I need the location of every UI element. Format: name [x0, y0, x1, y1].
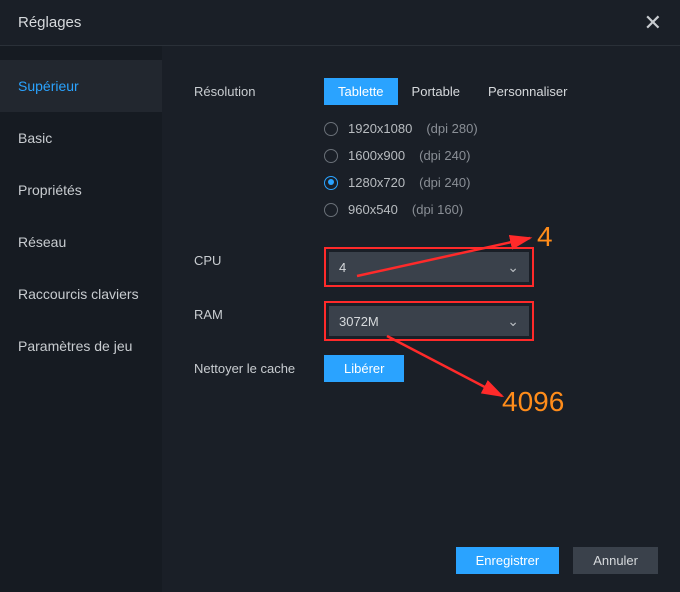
radio-size: 1920x1080 [348, 121, 412, 136]
cpu-dropdown[interactable]: 4 ⌄ [329, 252, 529, 282]
save-button[interactable]: Enregistrer [456, 547, 560, 574]
radio-size: 960x540 [348, 202, 398, 217]
cpu-value: 4 [339, 260, 346, 275]
radio-icon [324, 176, 338, 190]
liberer-button[interactable]: Libérer [324, 355, 404, 382]
sidebar-item-superieur[interactable]: Supérieur [0, 60, 162, 112]
close-icon[interactable]: ✕ [644, 10, 662, 36]
cpu-field: 4 ⌄ [324, 247, 680, 287]
chevron-down-icon: ⌄ [507, 313, 519, 330]
sidebar-item-reseau[interactable]: Réseau [0, 216, 162, 268]
radio-dpi: (dpi 160) [412, 202, 463, 217]
resolution-label: Résolution [194, 78, 324, 99]
radio-1600x900[interactable]: 1600x900 (dpi 240) [324, 142, 680, 169]
radio-icon [324, 122, 338, 136]
radio-1920x1080[interactable]: 1920x1080 (dpi 280) [324, 115, 680, 142]
cpu-highlight: 4 ⌄ [324, 247, 534, 287]
radio-dpi: (dpi 240) [419, 175, 470, 190]
cancel-button[interactable]: Annuler [573, 547, 658, 574]
content: Résolution Tablette Portable Personnalis… [162, 46, 680, 592]
resolution-radios: 1920x1080 (dpi 280) 1600x900 (dpi 240) 1… [324, 115, 680, 223]
row-cache: Nettoyer le cache Libérer [194, 355, 680, 382]
annotation-ram-target: 4096 [502, 386, 564, 418]
cache-field: Libérer [324, 355, 680, 382]
ram-label: RAM [194, 301, 324, 322]
ram-highlight: 3072M ⌄ [324, 301, 534, 341]
radio-icon [324, 149, 338, 163]
radio-size: 1600x900 [348, 148, 405, 163]
sidebar-item-basic[interactable]: Basic [0, 112, 162, 164]
row-ram: RAM 3072M ⌄ [194, 301, 680, 341]
radio-size: 1280x720 [348, 175, 405, 190]
radio-dpi: (dpi 280) [426, 121, 477, 136]
radio-1280x720[interactable]: 1280x720 (dpi 240) [324, 169, 680, 196]
tab-portable[interactable]: Portable [398, 78, 474, 105]
titlebar: Réglages ✕ [0, 0, 680, 46]
chevron-down-icon: ⌄ [507, 259, 519, 276]
resolution-tabs: Tablette Portable Personnaliser [324, 78, 680, 105]
radio-960x540[interactable]: 960x540 (dpi 160) [324, 196, 680, 223]
row-cpu: CPU 4 ⌄ [194, 247, 680, 287]
footer: Enregistrer Annuler [456, 547, 658, 574]
tab-personnaliser[interactable]: Personnaliser [474, 78, 582, 105]
ram-field: 3072M ⌄ [324, 301, 680, 341]
tab-tablette[interactable]: Tablette [324, 78, 398, 105]
sidebar-item-proprietes[interactable]: Propriétés [0, 164, 162, 216]
ram-dropdown[interactable]: 3072M ⌄ [329, 306, 529, 336]
cpu-label: CPU [194, 247, 324, 268]
window-title: Réglages [18, 14, 81, 31]
row-resolution: Résolution Tablette Portable Personnalis… [194, 78, 680, 223]
sidebar-item-parametres-jeu[interactable]: Paramètres de jeu [0, 320, 162, 372]
body: Supérieur Basic Propriétés Réseau Raccou… [0, 46, 680, 592]
radio-dpi: (dpi 240) [419, 148, 470, 163]
sidebar: Supérieur Basic Propriétés Réseau Raccou… [0, 46, 162, 592]
resolution-field: Tablette Portable Personnaliser 1920x108… [324, 78, 680, 223]
radio-icon [324, 203, 338, 217]
ram-value: 3072M [339, 314, 379, 329]
cache-label: Nettoyer le cache [194, 355, 324, 376]
sidebar-item-raccourcis[interactable]: Raccourcis claviers [0, 268, 162, 320]
